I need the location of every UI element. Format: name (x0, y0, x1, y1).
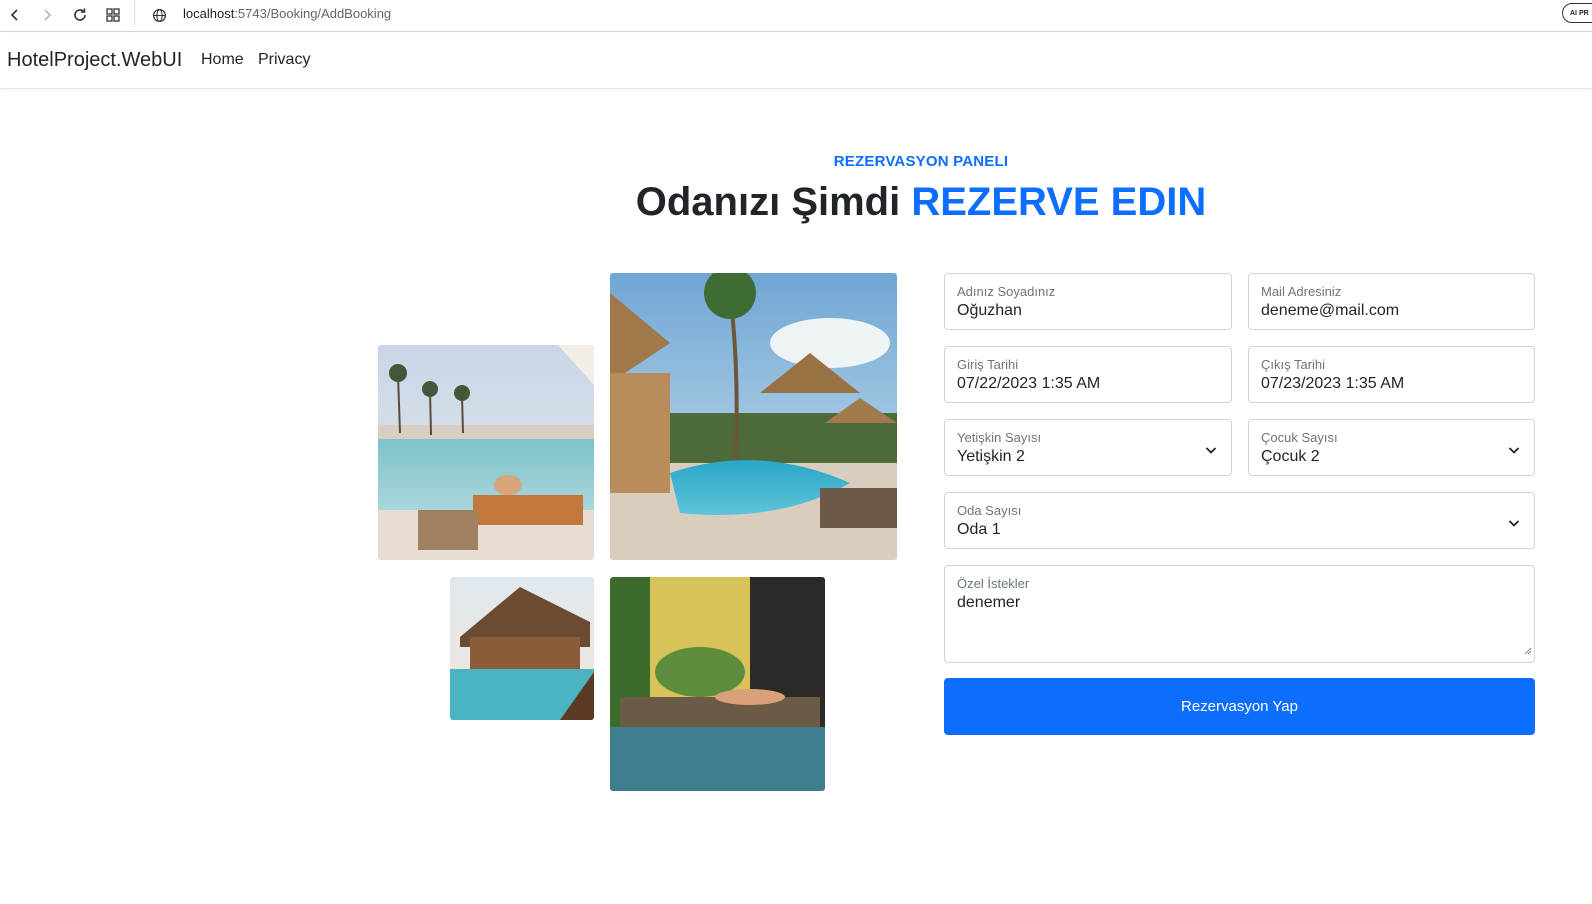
url-host: localhost (183, 6, 235, 21)
hotel-image-pool-sunset (450, 577, 594, 720)
forward-icon[interactable] (36, 4, 58, 26)
resize-handle-icon[interactable] (1523, 642, 1532, 660)
rooms-select[interactable]: Oda Sayısı Oda 1 (944, 492, 1535, 549)
toolbar-divider (134, 0, 135, 26)
globe-icon[interactable] (148, 4, 170, 26)
email-value: deneme@mail.com (1261, 302, 1400, 319)
checkin-field[interactable]: Giriş Tarihi 07/22/2023 1:35 AM (944, 346, 1232, 403)
navbar-brand[interactable]: HotelProject.WebUI (7, 49, 182, 72)
chevron-down-icon (1205, 442, 1217, 460)
page-title: Odanızı Şimdi REZERVE EDIN (0, 180, 1592, 225)
email-field[interactable]: Mail Adresiniz deneme@mail.com (1248, 273, 1535, 330)
adults-label: Yetişkin Sayısı (957, 430, 1042, 445)
name-value: Oğuzhan (957, 302, 1022, 319)
title-main: Odanızı Şimdi (635, 180, 901, 224)
checkout-field[interactable]: Çıkış Tarihi 07/23/2023 1:35 AM (1248, 346, 1535, 403)
section-subtitle: REZERVASYON PANELI (833, 153, 1009, 170)
children-label: Çocuk Sayısı (1261, 430, 1338, 445)
requests-value: denemer (957, 594, 1021, 611)
site-navbar: HotelProject.WebUI Home Privacy (0, 33, 1592, 89)
browser-toolbar: localhost:5743/Booking/AddBooking AI PR (0, 0, 1592, 32)
checkout-value: 07/23/2023 1:35 AM (1261, 375, 1405, 392)
rooms-label: Oda Sayısı (957, 503, 1022, 518)
name-field[interactable]: Adınız Soyadınız Oğuzhan (944, 273, 1232, 330)
children-select[interactable]: Çocuk Sayısı Çocuk 2 (1248, 419, 1535, 476)
chevron-down-icon (1508, 515, 1520, 533)
checkin-label: Giriş Tarihi (957, 357, 1019, 372)
requests-label: Özel İstekler (957, 576, 1030, 591)
nav-link-home[interactable]: Home (201, 51, 244, 69)
checkout-label: Çıkış Tarihi (1261, 357, 1326, 372)
name-label: Adınız Soyadınız (957, 284, 1056, 299)
checkin-value: 07/22/2023 1:35 AM (957, 375, 1101, 392)
email-label: Mail Adresiniz (1261, 284, 1342, 299)
rooms-value: Oda 1 (957, 521, 1001, 538)
ai-badge[interactable]: AI PR (1562, 3, 1592, 23)
back-icon[interactable] (4, 4, 26, 26)
adults-select[interactable]: Yetişkin Sayısı Yetişkin 2 (944, 419, 1232, 476)
tabs-grid-icon[interactable] (102, 4, 124, 26)
hotel-image-sunbed (610, 577, 825, 791)
hotel-image-tropical-pool (610, 273, 897, 560)
address-bar[interactable]: localhost:5743/Booking/AddBooking (183, 6, 391, 21)
nav-link-privacy[interactable]: Privacy (258, 51, 310, 69)
adults-value: Yetişkin 2 (957, 448, 1025, 465)
title-accent: REZERVE EDIN (911, 180, 1207, 224)
submit-booking-button[interactable]: Rezervasyon Yap (944, 678, 1535, 735)
children-value: Çocuk 2 (1261, 448, 1320, 465)
url-path: :5743/Booking/AddBooking (234, 6, 392, 21)
chevron-down-icon (1508, 442, 1520, 460)
hotel-image-pool-lounge (378, 345, 594, 560)
reload-icon[interactable] (69, 4, 91, 26)
special-requests-textarea[interactable]: Özel İstekler denemer (944, 565, 1535, 663)
